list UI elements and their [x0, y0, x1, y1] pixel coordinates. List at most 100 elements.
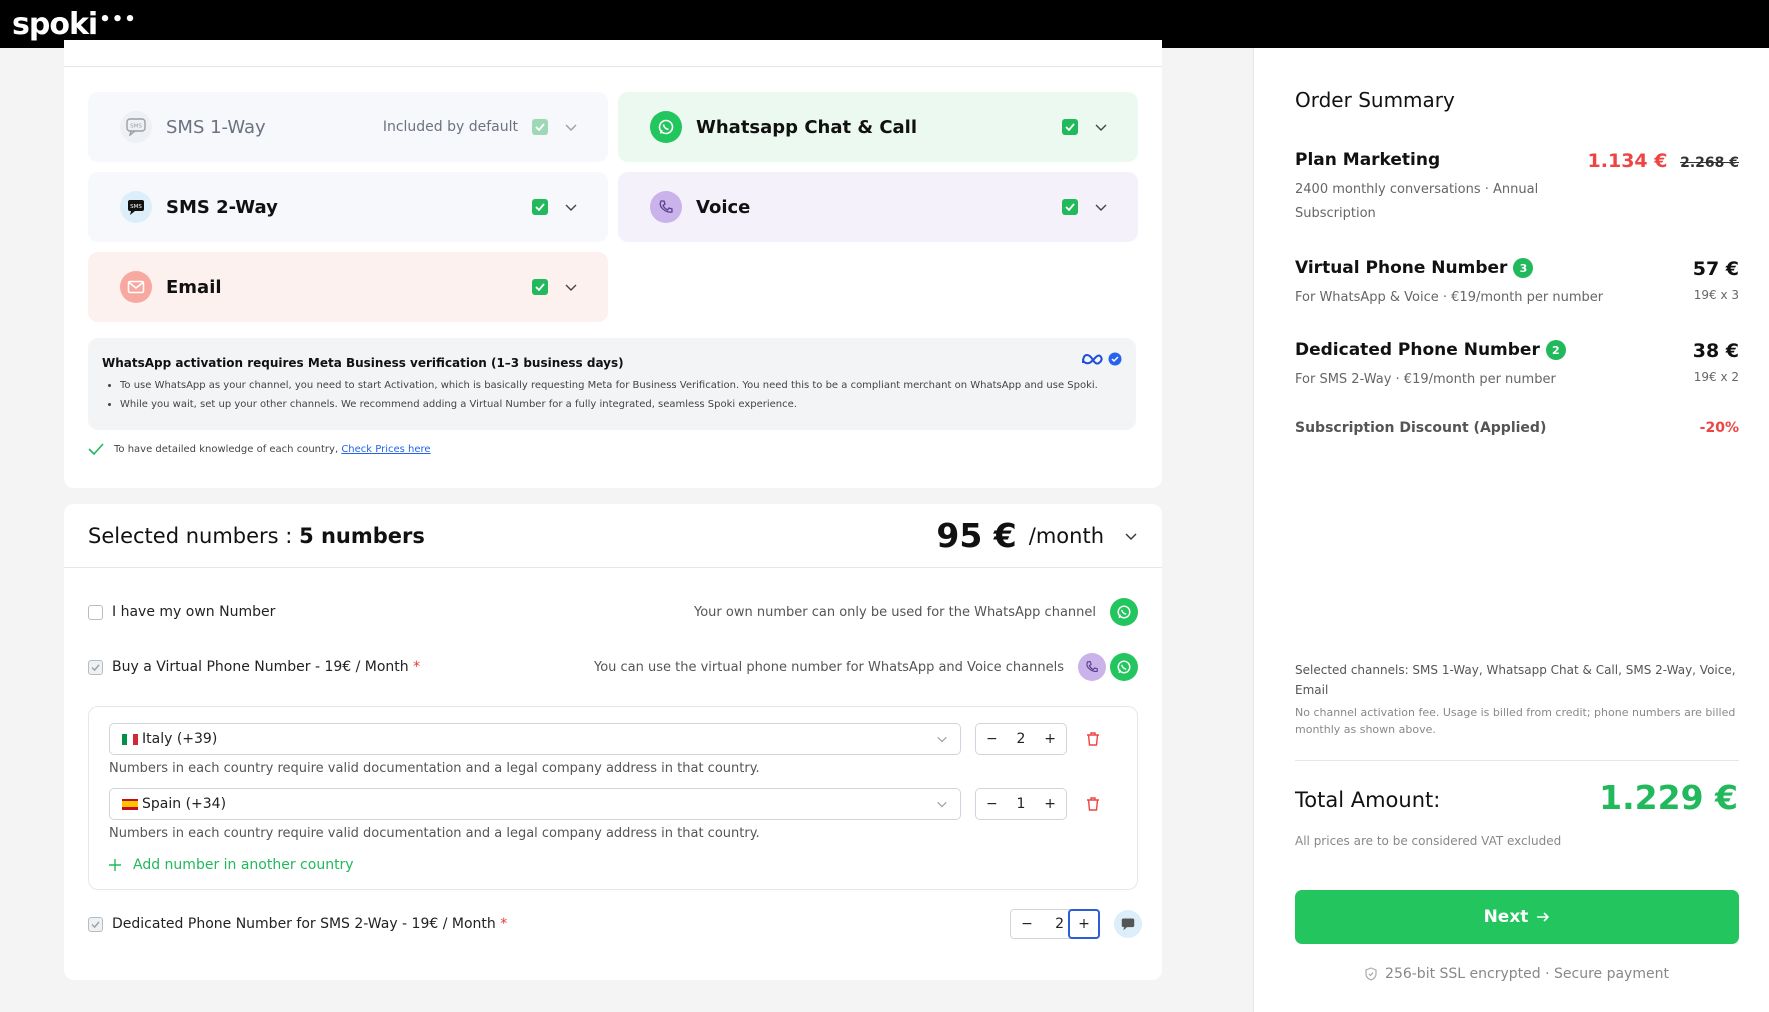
order-summary-title: Order Summary [1295, 88, 1455, 112]
decrement-button[interactable]: − [1011, 916, 1043, 932]
sms-chat-icon [1114, 910, 1142, 938]
trash-icon[interactable] [1085, 731, 1101, 747]
increment-button[interactable]: + [1068, 909, 1100, 939]
plan-discounted-price: 1.134 € [1587, 150, 1668, 172]
channel-checkbox[interactable] [532, 199, 548, 215]
selected-channels-text: Selected channels: SMS 1-Way, Whatsapp C… [1295, 663, 1736, 697]
trash-icon[interactable] [1085, 796, 1101, 812]
country-select-italy[interactable]: Italy (+39) [109, 723, 961, 755]
divider [64, 66, 1162, 67]
channel-checkbox[interactable] [1062, 199, 1078, 215]
channel-sms-2-way[interactable]: SMS SMS 2-Way [88, 172, 608, 242]
chevron-down-icon[interactable] [1094, 120, 1108, 134]
quantity-stepper-dedicated: − 2 + [1010, 909, 1100, 939]
virtual-number-description: For WhatsApp & Voice · €19/month per num… [1295, 290, 1604, 305]
included-by-default-note: Included by default [382, 119, 518, 135]
check-icon [88, 443, 104, 456]
dedicated-number-name-text: Dedicated Phone Number [1295, 340, 1540, 360]
svg-text:SMS: SMS [130, 124, 142, 130]
chevron-down-icon[interactable] [564, 120, 578, 134]
selected-numbers-title: Selected numbers : 5 numbers [88, 524, 936, 548]
channel-voice[interactable]: Voice [618, 172, 1138, 242]
summary-discount: Subscription Discount (Applied) -20% [1295, 420, 1739, 436]
notice-bullet: To use WhatsApp as your channel, you nee… [120, 376, 1122, 395]
virtual-number-price: 57 € [1692, 258, 1739, 280]
plus-icon [109, 859, 121, 871]
own-number-checkbox[interactable] [88, 604, 103, 620]
plan-price: 1.134 € 2.268 € [1588, 150, 1739, 172]
increment-button[interactable]: + [1044, 796, 1056, 812]
dedicated-number-name: Dedicated Phone Number 2 [1295, 340, 1739, 360]
logo-text: spoki [12, 6, 98, 42]
country-select-spain[interactable]: Spain (+34) [109, 788, 961, 820]
channels-card: SMS SMS 1-Way Included by default Whatsa… [64, 40, 1162, 488]
quantity-stepper-spain: − 1 + [975, 788, 1067, 820]
order-summary-panel: Order Summary Plan Marketing 2400 monthl… [1253, 48, 1769, 1012]
dedicated-number-price: 38 € [1692, 340, 1739, 362]
plan-original-price: 2.268 € [1680, 155, 1739, 171]
ssl-text: 256-bit SSL encrypted · Secure payment [1385, 966, 1669, 982]
channel-label: Email [166, 276, 222, 298]
own-number-row: I have my own Number Your own number can… [88, 598, 1138, 626]
required-mark: * [500, 916, 508, 932]
country-hint: Numbers in each country require valid do… [109, 826, 760, 841]
discount-value: -20% [1699, 420, 1739, 436]
quantity-value[interactable]: 2 [1017, 731, 1026, 747]
chevron-down-icon [937, 801, 947, 808]
virtual-number-unit: 19€ x 3 [1693, 288, 1739, 302]
channel-checkbox[interactable] [1062, 119, 1078, 135]
own-number-hint: Your own number can only be used for the… [694, 604, 1096, 620]
per-month-label: /month [1028, 523, 1104, 548]
italy-flag-icon [122, 733, 138, 745]
channel-email[interactable]: Email [88, 252, 608, 322]
chevron-down-icon[interactable] [1094, 200, 1108, 214]
notice-list: To use WhatsApp as your channel, you nee… [102, 376, 1122, 414]
spoki-logo[interactable]: spoki ••• [12, 7, 137, 42]
ssl-note: 256-bit SSL encrypted · Secure payment [1295, 966, 1739, 982]
virtual-number-checkbox[interactable] [88, 659, 103, 675]
next-button[interactable]: Next [1295, 890, 1739, 944]
channel-checkbox[interactable] [532, 279, 548, 295]
plan-description: 2400 monthly conversations · Annual Subs… [1295, 182, 1539, 221]
sms-chat-icon: SMS [120, 191, 152, 223]
arrow-right-icon [1537, 912, 1550, 922]
whatsapp-icon [650, 111, 682, 143]
total-value: 1.229 € [1599, 778, 1738, 817]
chevron-down-icon[interactable] [564, 200, 578, 214]
quantity-value[interactable]: 2 [1043, 916, 1068, 932]
quantity-value[interactable]: 1 [1017, 796, 1026, 812]
increment-button[interactable]: + [1044, 731, 1056, 747]
chevron-down-icon[interactable] [1124, 529, 1138, 543]
virtual-number-hint: You can use the virtual phone number for… [593, 659, 1064, 675]
virtual-number-name: Virtual Phone Number 3 [1295, 258, 1739, 278]
channel-whatsapp[interactable]: Whatsapp Chat & Call [618, 92, 1138, 162]
channel-label: SMS 1-Way [166, 116, 266, 138]
chevron-down-icon [937, 736, 947, 743]
dedicated-number-description: For SMS 2-Way · €19/month per number [1295, 372, 1556, 387]
virtual-number-label: Buy a Virtual Phone Number - 19€ / Month… [112, 659, 594, 675]
virtual-number-text: Buy a Virtual Phone Number - 19€ / Month [112, 659, 409, 675]
add-country-label: Add number in another country [133, 857, 354, 873]
sms-icon: SMS [120, 111, 152, 143]
whatsapp-icon [1110, 598, 1138, 626]
channel-label: Voice [696, 196, 751, 218]
channel-sms-1-way[interactable]: SMS SMS 1-Way Included by default [88, 92, 608, 162]
discount-label: Subscription Discount (Applied) [1295, 420, 1547, 436]
phone-icon [650, 191, 682, 223]
channel-checkbox[interactable] [532, 119, 548, 135]
dedicated-number-checkbox[interactable] [88, 916, 103, 932]
selected-numbers-card: Selected numbers : 5 numbers 95 € /month… [64, 504, 1162, 980]
phone-icon [1078, 653, 1106, 681]
title-count: 5 numbers [299, 523, 425, 548]
check-prices-link[interactable]: Check Prices here [341, 444, 430, 455]
whatsapp-verification-notice: WhatsApp activation requires Meta Busine… [88, 338, 1136, 430]
country-hint: Numbers in each country require valid do… [109, 761, 760, 776]
count-badge: 2 [1545, 340, 1566, 360]
selected-numbers-header[interactable]: Selected numbers : 5 numbers 95 € /month [64, 504, 1162, 568]
chevron-down-icon[interactable] [564, 280, 578, 294]
decrement-button[interactable]: − [986, 731, 998, 747]
add-country-button[interactable]: Add number in another country [109, 857, 354, 873]
summary-dedicated-number: Dedicated Phone Number 2 For SMS 2-Way ·… [1295, 340, 1739, 392]
decrement-button[interactable]: − [986, 796, 998, 812]
summary-plan: Plan Marketing 2400 monthly conversation… [1295, 150, 1739, 226]
